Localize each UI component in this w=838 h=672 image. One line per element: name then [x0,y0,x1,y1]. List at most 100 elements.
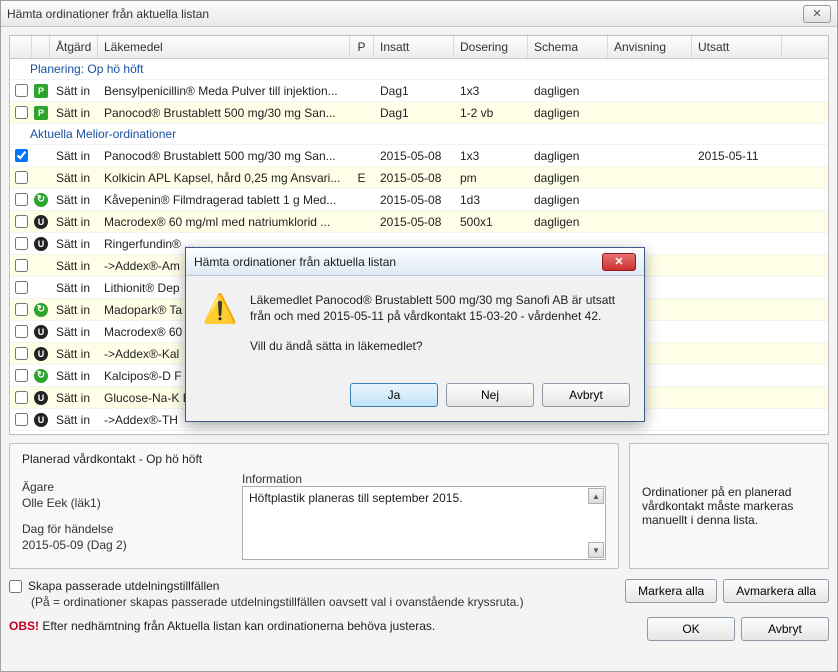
cell-p [350,242,374,246]
row-checkbox[interactable] [15,347,28,360]
row-checkbox[interactable] [15,281,28,294]
row-checkbox[interactable] [15,106,28,119]
cell-utsatt [692,352,782,356]
row-checkbox[interactable] [15,84,28,97]
row-checkbox[interactable] [15,325,28,338]
infusion-icon: U [34,413,48,427]
scroll-down-icon[interactable]: ▼ [588,542,604,558]
infusion-icon: U [34,215,48,229]
cell-insatt: 2015-05-08 [374,147,454,165]
row-checkbox[interactable] [15,369,28,382]
table-row[interactable]: Sätt inKolkicin APL Kapsel, hård 0,25 mg… [10,167,828,189]
warning-icon: ⚠️ [204,292,236,324]
cell-dosering [454,242,528,246]
cell-p [350,220,374,224]
cell-atgard: Sätt in [50,301,98,319]
cell-insatt [374,242,454,246]
dialog-avbryt-button[interactable]: Avbryt [542,383,630,407]
col-atgard[interactable]: Åtgärd [50,36,98,58]
cell-dosering: 1-2 vb [454,104,528,122]
cell-anvisning [608,198,692,202]
table-row[interactable]: USätt inMacrodex® 60 mg/ml med natriumkl… [10,211,828,233]
cell-lakemedel: Panocod® Brustablett 500 mg/30 mg San... [98,147,350,165]
markera-alla-button[interactable]: Markera alla [625,579,717,603]
cell-utsatt [692,374,782,378]
cell-anvisning [608,111,692,115]
dialog-message-1: Läkemedlet Panocod® Brustablett 500 mg/3… [250,292,626,324]
row-checkbox[interactable] [15,193,28,206]
confirm-dialog: Hämta ordinationer från aktuella listan … [185,247,645,422]
cell-anvisning [608,176,692,180]
cell-utsatt [692,308,782,312]
cell-utsatt [692,242,782,246]
cell-lakemedel: Kåvepenin® Filmdragerad tablett 1 g Med.… [98,191,350,209]
recurring-icon [34,369,48,383]
skapa-passerade-checkbox[interactable] [9,580,22,593]
col-p[interactable]: P [350,36,374,58]
planning-icon: P [34,84,48,98]
row-checkbox[interactable] [15,391,28,404]
row-checkbox[interactable] [15,171,28,184]
dialog-ja-button[interactable]: Ja [350,383,438,407]
cell-utsatt [692,111,782,115]
cell-utsatt [692,198,782,202]
cell-insatt: Dag1 [374,104,454,122]
planning-icon: P [34,106,48,120]
ok-button[interactable]: OK [647,617,735,641]
cell-p [350,198,374,202]
col-insatt[interactable]: Insatt [374,36,454,58]
group-header: Aktuella Melior-ordinationer [10,124,828,145]
row-checkbox[interactable] [15,303,28,316]
col-anvisning[interactable]: Anvisning [608,36,692,58]
table-row[interactable]: PSätt inPanocod® Brustablett 500 mg/30 m… [10,102,828,124]
info-text: Höftplastik planeras till september 2015… [249,491,462,505]
row-checkbox[interactable] [15,413,28,426]
cell-utsatt [692,396,782,400]
info-label: Information [242,472,606,486]
side-note: Ordinationer på en planerad vårdkontakt … [642,485,816,527]
col-utsatt[interactable]: Utsatt [692,36,782,58]
avbryt-button[interactable]: Avbryt [741,617,829,641]
table-row[interactable]: Sätt inKåvepenin® Filmdragerad tablett 1… [10,189,828,211]
cell-atgard: Sätt in [50,191,98,209]
cell-anvisning [608,242,692,246]
avmarkera-alla-button[interactable]: Avmarkera alla [723,579,829,603]
cell-atgard: Sätt in [50,411,98,429]
col-dosering[interactable]: Dosering [454,36,528,58]
cell-schema: dagligen [528,104,608,122]
owner-label: Ägare [22,480,212,494]
titlebar: Hämta ordinationer från aktuella listan … [1,1,837,27]
cell-atgard: Sätt in [50,169,98,187]
row-checkbox[interactable] [15,149,28,162]
cell-insatt: 2015-05-08 [374,191,454,209]
skapa-passerade-label: Skapa passerade utdelningstillfällen [28,579,219,593]
obs-prefix: OBS! [9,619,39,633]
cell-insatt: Dag1 [374,82,454,100]
dialog-nej-button[interactable]: Nej [446,383,534,407]
table-row[interactable]: PSätt inBensylpenicillin® Meda Pulver ti… [10,80,828,102]
row-checkbox[interactable] [15,215,28,228]
cell-dosering: 500x1 [454,213,528,231]
cell-atgard: Sätt in [50,257,98,275]
scroll-up-icon[interactable]: ▲ [588,488,604,504]
info-textarea[interactable]: Höftplastik planeras till september 2015… [242,486,606,560]
cell-utsatt [692,418,782,422]
window-close-button[interactable]: ✕ [803,5,831,23]
cell-schema [528,242,608,246]
cell-p [350,154,374,158]
cell-lakemedel: Kolkicin APL Kapsel, hård 0,25 mg Ansvar… [98,169,350,187]
dialog-close-button[interactable]: ✕ [602,253,636,271]
cell-p [350,89,374,93]
col-schema[interactable]: Schema [528,36,608,58]
skapa-passerade-sub: (På = ordinationer skapas passerade utde… [31,595,617,609]
window-title: Hämta ordinationer från aktuella listan [7,7,803,21]
infusion-icon: U [34,347,48,361]
row-checkbox[interactable] [15,259,28,272]
row-checkbox[interactable] [15,237,28,250]
table-row[interactable]: Sätt inPanocod® Brustablett 500 mg/30 mg… [10,145,828,167]
col-lakemedel[interactable]: Läkemedel [98,36,350,58]
cell-atgard: Sätt in [50,279,98,297]
cell-lakemedel: Panocod® Brustablett 500 mg/30 mg San... [98,104,350,122]
cell-dosering: 1d3 [454,191,528,209]
cell-utsatt [692,89,782,93]
